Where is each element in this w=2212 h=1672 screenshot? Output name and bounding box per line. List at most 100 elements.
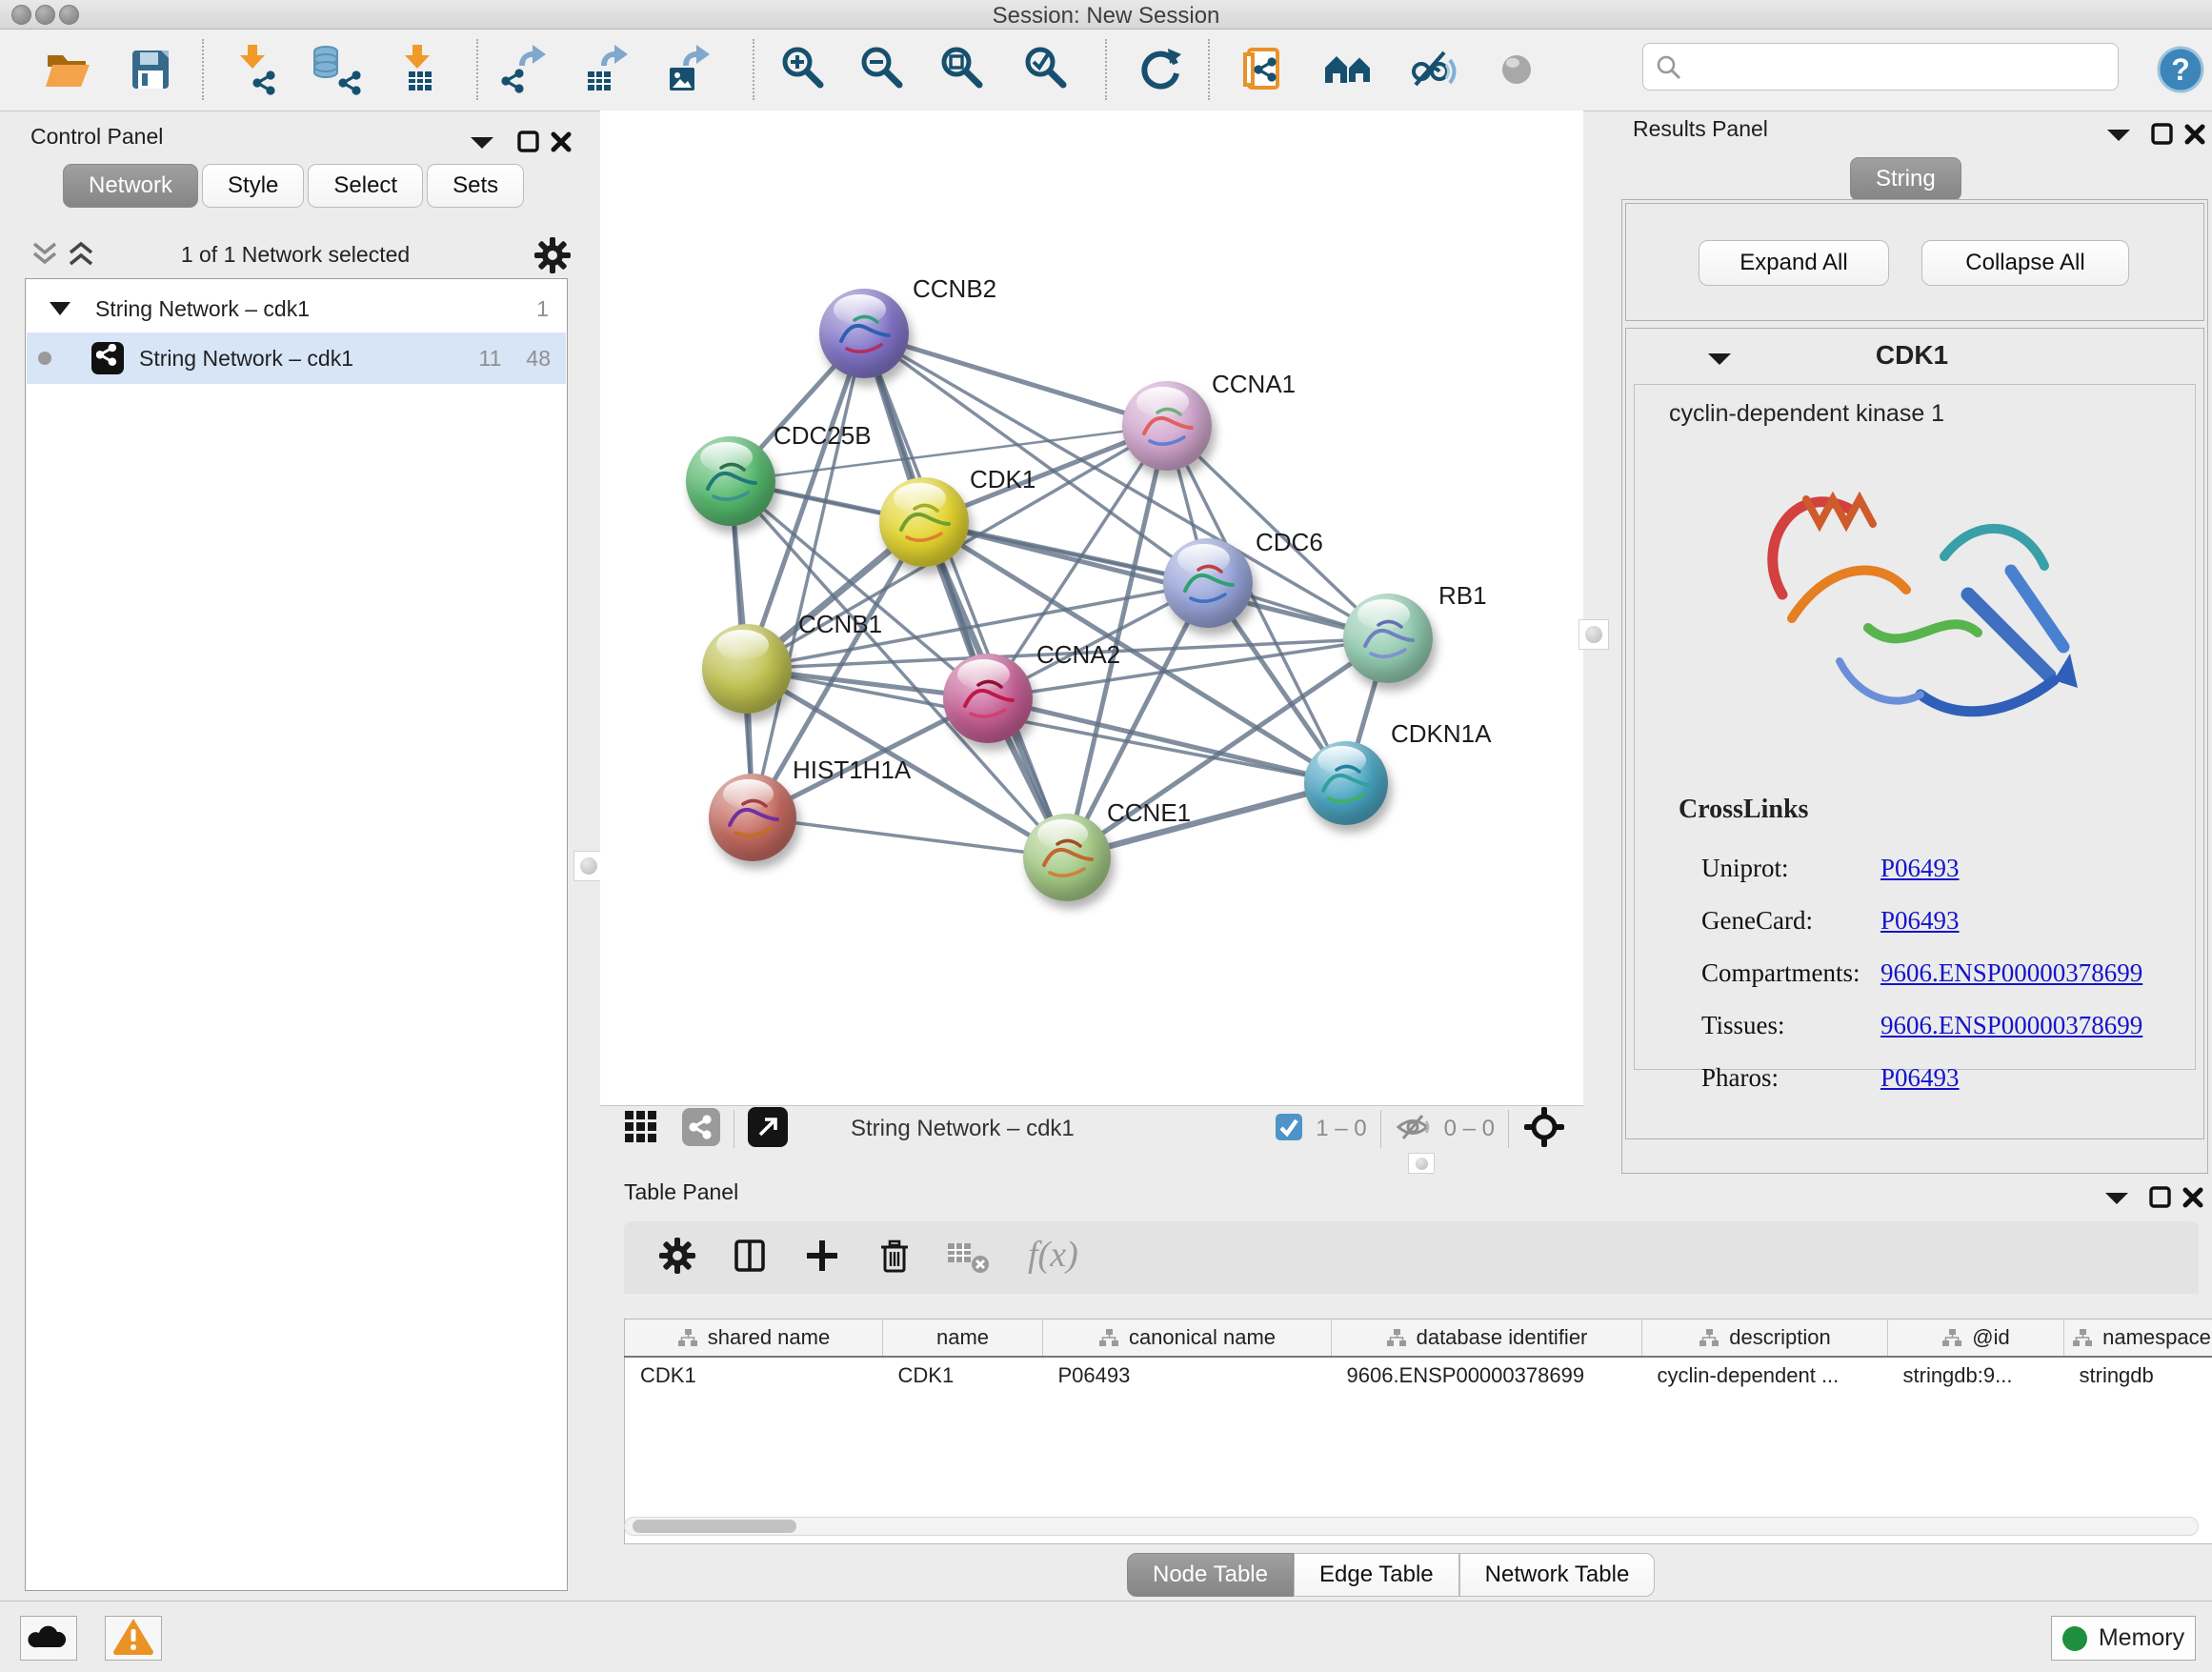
crosslink-link[interactable]: 9606.ENSP00000378699 — [1880, 1011, 2142, 1039]
tab-sets[interactable]: Sets — [427, 164, 524, 208]
float-panel-icon[interactable] — [2150, 122, 2175, 151]
network-node-cdkn1a[interactable] — [1304, 741, 1388, 825]
panel-menu-icon[interactable] — [2105, 126, 2132, 148]
detach-view-icon[interactable] — [748, 1107, 788, 1152]
column-header-namespace[interactable]: namespace — [2064, 1319, 2212, 1358]
cloud-button[interactable] — [20, 1616, 77, 1661]
view-share-icon[interactable] — [682, 1108, 720, 1151]
zoom-out-icon[interactable] — [857, 43, 911, 96]
expand-all-button[interactable]: Expand All — [1699, 240, 1889, 286]
refresh-icon[interactable] — [1134, 43, 1187, 96]
table-cell[interactable]: 9606.ENSP00000378699 — [1332, 1357, 1642, 1391]
table-row[interactable]: CDK1CDK1P064939606.ENSP00000378699cyclin… — [625, 1357, 2212, 1391]
network-node-hist1h1a[interactable] — [709, 774, 796, 861]
column-header-description[interactable]: description — [1642, 1319, 1888, 1358]
zoom-selected-icon[interactable] — [1021, 43, 1075, 96]
collapse-collection-icon[interactable] — [50, 302, 70, 315]
network-node-ccnb1[interactable] — [702, 624, 792, 714]
network-from-document-icon[interactable] — [1237, 43, 1291, 96]
hide-graphics-icon[interactable] — [1408, 43, 1461, 96]
crosslink-link[interactable]: P06493 — [1880, 1063, 1960, 1092]
horizontal-splitter-handle[interactable] — [1408, 1153, 1435, 1174]
string-home-icon[interactable] — [1321, 43, 1375, 96]
network-node-ccne1[interactable] — [1023, 814, 1111, 901]
tab-edge-table[interactable]: Edge Table — [1294, 1553, 1459, 1597]
save-session-icon[interactable] — [124, 43, 177, 96]
network-node-cdc25b[interactable] — [686, 436, 775, 526]
help-icon[interactable]: ? — [2156, 45, 2209, 98]
column-header-shared-name[interactable]: shared name — [625, 1319, 883, 1358]
table-horizontal-scrollbar[interactable] — [624, 1517, 2199, 1536]
network-row-selected[interactable]: String Network – cdk1 11 48 — [27, 332, 566, 384]
import-table-from-file-icon[interactable] — [393, 43, 447, 96]
column-header-canonical-name[interactable]: canonical name — [1043, 1319, 1332, 1358]
collapse-all-button[interactable]: Collapse All — [1921, 240, 2129, 286]
close-panel-icon[interactable] — [2182, 122, 2207, 151]
tab-network[interactable]: Network — [63, 164, 198, 208]
view-grid-icon[interactable] — [621, 1107, 661, 1152]
network-node-ccnb2[interactable] — [819, 289, 909, 378]
column-header-database-identifier[interactable]: database identifier — [1332, 1319, 1642, 1358]
network-options-gear-icon[interactable] — [532, 234, 573, 281]
export-table-icon[interactable] — [580, 43, 633, 96]
show-columns-icon[interactable] — [729, 1235, 771, 1281]
collapse-all-icon[interactable] — [30, 240, 59, 273]
scrollbar-thumb[interactable] — [633, 1520, 796, 1533]
network-collection-row[interactable]: String Network – cdk1 1 — [27, 287, 566, 331]
tab-string[interactable]: String — [1850, 157, 1961, 201]
import-network-from-database-icon[interactable] — [309, 43, 362, 96]
network-node-cdc6[interactable] — [1163, 538, 1253, 628]
close-panel-icon[interactable] — [549, 130, 573, 159]
network-edges — [600, 111, 1583, 1105]
float-panel-icon[interactable] — [516, 130, 541, 159]
table-options-gear-icon[interactable] — [656, 1235, 698, 1281]
selected-checkbox-icon[interactable] — [1276, 1114, 1302, 1145]
export-network-icon[interactable] — [498, 43, 552, 96]
memory-button[interactable]: Memory — [2051, 1616, 2196, 1661]
table-cell[interactable]: CDK1 — [883, 1357, 1043, 1391]
network-node-rb1[interactable] — [1343, 594, 1433, 683]
zoom-in-icon[interactable] — [778, 43, 832, 96]
table-cell[interactable]: stringdb:9... — [1888, 1357, 2064, 1391]
preview-eye-icon[interactable] — [1490, 43, 1543, 96]
panel-menu-icon[interactable] — [469, 133, 495, 155]
panel-menu-icon[interactable] — [2103, 1189, 2130, 1211]
delete-column-icon[interactable] — [874, 1235, 915, 1281]
network-canvas[interactable]: CCNB2 CCNA1 CDC25B CDK1 CDC6 RB1CCNB1 CC… — [600, 111, 1583, 1105]
tab-network-table[interactable]: Network Table — [1459, 1553, 1656, 1597]
crosslink-link[interactable]: 9606.ENSP00000378699 — [1880, 958, 2142, 987]
tab-style[interactable]: Style — [202, 164, 304, 208]
table-cell[interactable]: P06493 — [1043, 1357, 1332, 1391]
open-session-icon[interactable] — [41, 43, 94, 96]
import-network-from-file-icon[interactable] — [229, 43, 282, 96]
collapse-section-icon[interactable] — [1706, 350, 1733, 372]
search-box[interactable] — [1642, 43, 2119, 91]
zoom-fit-content-icon[interactable] — [937, 43, 991, 96]
table-cell[interactable]: stringdb — [2064, 1357, 2212, 1391]
node-table[interactable]: shared name name canonical name database… — [624, 1319, 2212, 1544]
network-node-ccna2[interactable] — [943, 654, 1033, 743]
table-cell[interactable]: CDK1 — [625, 1357, 883, 1391]
crosslink-link[interactable]: P06493 — [1880, 854, 1960, 882]
birds-eye-view-icon[interactable] — [1522, 1105, 1566, 1154]
search-input[interactable] — [1689, 48, 2112, 88]
column-header-@id[interactable]: @id — [1888, 1319, 2064, 1358]
expand-all-icon[interactable] — [67, 240, 95, 273]
tab-select[interactable]: Select — [308, 164, 423, 208]
create-column-icon[interactable] — [801, 1235, 843, 1281]
warnings-button[interactable] — [105, 1616, 162, 1661]
table-cell[interactable]: cyclin-dependent ... — [1642, 1357, 1888, 1391]
column-header-name[interactable]: name — [883, 1319, 1043, 1358]
network-node-cdk1[interactable] — [879, 477, 969, 567]
crosslink-row: Compartments: 9606.ENSP00000378699 — [1701, 947, 2178, 999]
right-splitter-handle[interactable] — [1579, 619, 1609, 650]
toolbar-separator — [1105, 39, 1107, 100]
search-icon — [1655, 53, 1683, 87]
float-panel-icon[interactable] — [2148, 1185, 2173, 1215]
network-node-ccna1[interactable] — [1122, 381, 1212, 471]
tab-node-table[interactable]: Node Table — [1127, 1553, 1294, 1597]
crosslink-link[interactable]: P06493 — [1880, 906, 1960, 935]
export-image-icon[interactable] — [662, 43, 715, 96]
hidden-eye-icon[interactable] — [1395, 1112, 1431, 1147]
close-panel-icon[interactable] — [2181, 1185, 2205, 1215]
